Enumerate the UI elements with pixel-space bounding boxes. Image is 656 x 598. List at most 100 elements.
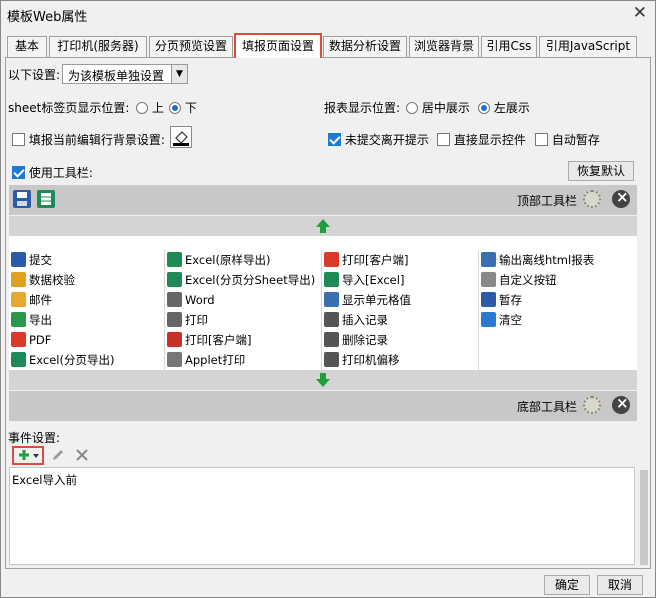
event-item[interactable]: Excel导入前 xyxy=(12,472,77,488)
toolbar-option-item[interactable]: 暂存 xyxy=(481,290,522,310)
gear-icon xyxy=(481,272,496,287)
eraser-icon xyxy=(481,312,496,327)
toolbar-option-label: 清空 xyxy=(499,313,522,327)
tab-printer-server[interactable]: 打印机(服务器) xyxy=(49,36,147,57)
top-toolbar-label: 顶部工具栏 xyxy=(517,194,578,208)
pdf-icon xyxy=(11,332,26,347)
pencil-check-icon xyxy=(11,272,26,287)
toolbar-option-label: 打印 xyxy=(185,313,208,327)
toolbar-option-label: PDF xyxy=(29,333,52,347)
report-pos-center-radio[interactable]: 居中展示 xyxy=(406,99,470,116)
export-icon xyxy=(11,312,26,327)
toolbar-option-label: Word xyxy=(185,293,215,307)
toolbar-option-item[interactable]: Excel(原样导出) xyxy=(167,250,270,270)
excel-import-icon xyxy=(324,272,339,287)
tab-fill-page[interactable]: 填报页面设置 xyxy=(234,33,322,58)
gear-icon xyxy=(583,396,601,414)
tab-page-preview[interactable]: 分页预览设置 xyxy=(149,36,233,57)
autosave-checkbox[interactable]: 自动暂存 xyxy=(535,131,600,148)
save-icon[interactable] xyxy=(13,190,31,208)
toolbar-option-item[interactable]: PDF xyxy=(11,330,51,350)
arrow-up-icon[interactable] xyxy=(315,218,331,234)
pdf-print-icon xyxy=(324,252,339,267)
toolbar-option-label: Excel(分页导出) xyxy=(29,353,115,367)
toolbar-option-item[interactable]: 删除记录 xyxy=(324,330,388,350)
arrow-down-icon[interactable] xyxy=(315,372,331,388)
sheet-pos-top-radio[interactable]: 上 xyxy=(136,99,164,116)
tab-basic[interactable]: 基本 xyxy=(7,36,47,57)
toolbar-option-label: 提交 xyxy=(29,253,52,267)
toolbar-option-item[interactable]: Applet打印 xyxy=(167,350,245,370)
grid-spacer xyxy=(9,236,637,250)
fill-row-bg-checkbox[interactable]: 填报当前编辑行背景设置: xyxy=(12,131,165,148)
toolbar-option-item[interactable]: 输出离线html报表 xyxy=(481,250,594,270)
tab-javascript[interactable]: 引用JavaScript xyxy=(539,36,637,57)
toolbar-option-item[interactable]: 打印机偏移 xyxy=(324,350,400,370)
toolbar-option-item[interactable]: 邮件 xyxy=(11,290,52,310)
toolbar-option-label: Excel(原样导出) xyxy=(185,253,271,267)
toolbar-option-label: 删除记录 xyxy=(342,333,388,347)
toolbar-option-item[interactable]: Excel(分页导出) xyxy=(11,350,114,370)
use-toolbar-checkbox[interactable]: 使用工具栏: xyxy=(12,164,93,181)
scope-select[interactable]: 为该模板单独设置 ▼ xyxy=(62,64,188,84)
excel-icon[interactable] xyxy=(37,190,55,208)
plus-icon xyxy=(19,450,39,460)
web-properties-dialog: 模板Web属性 ✕ 基本 打印机(服务器) 分页预览设置 填报页面设置 数据分析… xyxy=(0,0,656,598)
tab-browser-bg[interactable]: 浏览器背景 xyxy=(409,36,479,57)
toolbar-option-label: 显示单元格值 xyxy=(342,293,411,307)
toolbar-option-item[interactable]: 数据校验 xyxy=(11,270,75,290)
toolbar-option-label: 导出 xyxy=(29,313,52,327)
move-up-bar xyxy=(9,216,637,236)
paint-bucket-button[interactable] xyxy=(170,126,192,148)
excel-icon xyxy=(11,352,26,367)
top-toolbar-settings-button[interactable] xyxy=(583,190,601,208)
tab-css[interactable]: 引用Css xyxy=(481,36,537,57)
toolbar-option-label: 打印[客户端] xyxy=(185,333,252,347)
top-toolbar-remove-button[interactable] xyxy=(612,188,630,208)
close-icon[interactable]: ✕ xyxy=(633,3,647,23)
report-pos-label: 报表显示位置: xyxy=(324,101,401,115)
toolbar-option-item[interactable]: Excel(分页分Sheet导出) xyxy=(167,270,315,290)
sheet-pos-bottom-radio[interactable]: 下 xyxy=(169,99,197,116)
window-title: 模板Web属性 xyxy=(7,10,88,25)
cancel-button[interactable]: 取消 xyxy=(597,575,643,595)
toolbar-option-item[interactable]: 打印[客户端] xyxy=(324,250,408,270)
delete-record-icon xyxy=(324,332,339,347)
add-event-button[interactable] xyxy=(12,446,44,465)
toolbar-option-item[interactable]: 打印 xyxy=(167,310,208,330)
report-pos-left-radio[interactable]: 左展示 xyxy=(478,99,530,116)
toolbar-option-item[interactable]: 清空 xyxy=(481,310,522,330)
direct-show-checkbox[interactable]: 直接显示控件 xyxy=(437,131,526,148)
toolbar-option-item[interactable]: 插入记录 xyxy=(324,310,388,330)
submit-icon xyxy=(11,252,26,267)
toolbar-buttons-grid: 提交 Excel(原样导出) 打印[客户端] 输出离线html报表数据校验 Excel(… xyxy=(9,250,637,370)
tab-data-analysis[interactable]: 数据分析设置 xyxy=(323,36,407,57)
toolbar-option-item[interactable]: 导入[Excel] xyxy=(324,270,404,290)
toolbar-option-item[interactable]: Word xyxy=(167,290,215,310)
bottom-toolbar-remove-button[interactable] xyxy=(612,394,630,414)
tab-bar: 基本 打印机(服务器) 分页预览设置 填报页面设置 数据分析设置 浏览器背景 引… xyxy=(7,33,647,58)
ok-button[interactable]: 确定 xyxy=(544,575,590,595)
toolbar-option-label: 暂存 xyxy=(499,293,522,307)
restore-default-button[interactable]: 恢复默认 xyxy=(568,161,634,181)
html-export-icon xyxy=(481,252,496,267)
close-icon xyxy=(612,188,630,208)
flash-print-icon xyxy=(167,332,182,347)
unsubmitted-leave-checkbox[interactable]: 未提交离开提示 xyxy=(328,131,429,148)
delete-icon[interactable] xyxy=(74,447,90,463)
edit-icon[interactable] xyxy=(50,447,66,463)
cell-value-icon xyxy=(324,292,339,307)
excel-icon xyxy=(167,252,182,267)
scrollbar[interactable] xyxy=(640,470,648,565)
toolbar-option-item[interactable]: 提交 xyxy=(11,250,52,270)
bottom-toolbar-settings-button[interactable] xyxy=(583,396,601,414)
toolbar-option-label: 导入[Excel] xyxy=(342,273,405,287)
toolbar-option-item[interactable]: 自定义按钮 xyxy=(481,270,557,290)
tab-panel: 以下设置: 为该模板单独设置 ▼ sheet标签页显示位置: 上 下 报表显示位… xyxy=(5,57,651,569)
save-icon xyxy=(481,292,496,307)
toolbar-option-item[interactable]: 导出 xyxy=(11,310,52,330)
bottom-toolbar-label: 底部工具栏 xyxy=(517,400,578,414)
toolbar-option-label: 插入记录 xyxy=(342,313,388,327)
toolbar-option-item[interactable]: 显示单元格值 xyxy=(324,290,411,310)
toolbar-option-item[interactable]: 打印[客户端] xyxy=(167,330,251,350)
